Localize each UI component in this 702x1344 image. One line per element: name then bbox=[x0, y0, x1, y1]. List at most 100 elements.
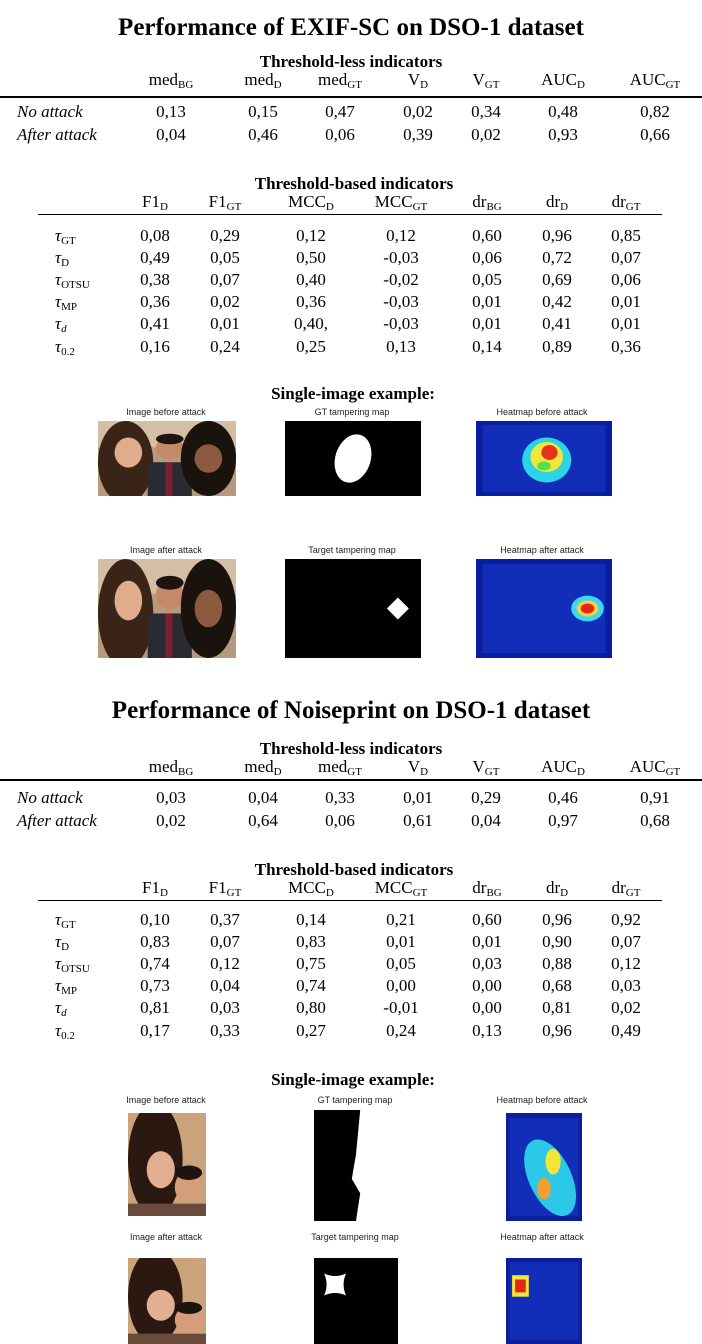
image-caption: Image after attack bbox=[129, 1232, 203, 1242]
table-cell: 0,24 bbox=[210, 337, 240, 356]
header-base: dr bbox=[611, 192, 626, 211]
header-subscript: D bbox=[273, 766, 282, 778]
header-base: dr bbox=[472, 878, 487, 897]
image-caption: Heatmap after attack bbox=[500, 545, 584, 555]
table-cell: 0,03 bbox=[210, 998, 240, 1017]
column-header: F1GT bbox=[209, 878, 242, 899]
table-cell: 0,07 bbox=[210, 932, 240, 951]
table-cell: 0,88 bbox=[542, 954, 572, 973]
table-cell: 0,04 bbox=[210, 976, 240, 995]
table-cell: 0,12 bbox=[611, 954, 641, 973]
header-base: dr bbox=[611, 878, 626, 897]
photo-after-attack bbox=[98, 559, 236, 658]
header-subscript: D bbox=[325, 201, 334, 213]
table-cell: 0,01 bbox=[403, 788, 433, 807]
tau-subscript: 0.2 bbox=[61, 1030, 75, 1042]
table-cell: 0,69 bbox=[542, 270, 572, 289]
table-cell: 0,33 bbox=[210, 1021, 240, 1040]
table-cell: 0,60 bbox=[472, 910, 502, 929]
header-subscript: D bbox=[560, 887, 569, 899]
table-cell: 0,50 bbox=[296, 248, 326, 267]
header-subscript: GT bbox=[665, 766, 681, 778]
image-caption: Heatmap after attack bbox=[500, 1232, 584, 1242]
tau-subscript: GT bbox=[61, 919, 76, 931]
header-base: med bbox=[318, 757, 348, 776]
column-header: drGT bbox=[611, 192, 641, 213]
table-cell: 0,05 bbox=[472, 270, 502, 289]
table-cell: 0,92 bbox=[611, 910, 641, 929]
header-base: F1 bbox=[142, 878, 161, 897]
header-subscript: D bbox=[325, 887, 334, 899]
tau-subscript: MP bbox=[61, 985, 77, 997]
table-cell: 0,13 bbox=[156, 102, 186, 121]
image-caption: Image after attack bbox=[129, 545, 203, 555]
column-header: MCCGT bbox=[375, 878, 427, 899]
table-cell: 0,02 bbox=[156, 811, 186, 830]
table-cell: 0,01 bbox=[611, 292, 641, 311]
header-subscript: D bbox=[160, 201, 168, 213]
table-cell: 0,03 bbox=[156, 788, 186, 807]
header-subscript: D bbox=[576, 79, 585, 91]
header-subscript: D bbox=[160, 887, 168, 899]
header-subscript: GT bbox=[347, 766, 362, 778]
image-caption: Heatmap before attack bbox=[496, 407, 588, 417]
header-base: MCC bbox=[288, 878, 326, 897]
table-cell: 0,01 bbox=[472, 314, 502, 333]
table-cell: 0,38 bbox=[140, 270, 170, 289]
photo-after-attack bbox=[128, 1258, 206, 1344]
example-heading: Single-image example: bbox=[271, 384, 435, 403]
table-cell: 0,36 bbox=[611, 337, 641, 356]
threshold-label: τ0.2 bbox=[55, 1021, 75, 1042]
image-caption: Image before attack bbox=[126, 407, 206, 417]
header-base: med bbox=[318, 70, 348, 89]
table-cell: 0,81 bbox=[542, 998, 572, 1017]
photo-before-attack bbox=[98, 421, 236, 496]
table-cell: -0,01 bbox=[383, 998, 419, 1017]
table-cell: 0,97 bbox=[548, 811, 578, 830]
table-cell: 0,49 bbox=[611, 1021, 641, 1040]
header-subscript: D bbox=[560, 201, 569, 213]
table-cell: 0,06 bbox=[325, 811, 355, 830]
table-rule bbox=[38, 900, 662, 901]
table-cell: 0,46 bbox=[548, 788, 578, 807]
tau-subscript: d bbox=[61, 1007, 67, 1019]
image-caption: Image before attack bbox=[126, 1095, 206, 1105]
column-header: drD bbox=[545, 192, 569, 213]
column-header: MCCD bbox=[288, 192, 334, 213]
table-cell: 0,16 bbox=[140, 337, 170, 356]
header-base: dr bbox=[545, 192, 561, 211]
header-subscript: GT bbox=[347, 79, 362, 91]
header-subscript: D bbox=[420, 79, 429, 91]
table-cell: 0,05 bbox=[386, 954, 416, 973]
threshold-label: τd bbox=[55, 314, 67, 335]
header-base: dr bbox=[545, 878, 561, 897]
table-cell: 0,49 bbox=[140, 248, 170, 267]
header-subscript: BG bbox=[178, 79, 194, 91]
tau-subscript: 0.2 bbox=[61, 346, 75, 358]
column-header: drBG bbox=[472, 192, 501, 213]
table-cell: 0,75 bbox=[296, 954, 326, 973]
header-subscript: D bbox=[420, 766, 429, 778]
threshold-label: τMP bbox=[55, 292, 77, 313]
column-header: VGT bbox=[473, 70, 500, 91]
column-header: AUCGT bbox=[630, 757, 681, 778]
table-cell: 0,02 bbox=[403, 102, 433, 121]
header-base: V bbox=[407, 757, 421, 776]
table-cell: 0,89 bbox=[542, 337, 572, 356]
heatmap-after-attack bbox=[476, 559, 612, 658]
table-cell: 0,27 bbox=[296, 1021, 326, 1040]
header-base: med bbox=[244, 70, 274, 89]
table-cell: 0,00 bbox=[472, 998, 502, 1017]
header-subscript: GT bbox=[412, 201, 428, 213]
table-cell: 0,73 bbox=[140, 976, 170, 995]
header-subscript: GT bbox=[665, 79, 681, 91]
header-subscript: D bbox=[273, 79, 282, 91]
gt-tampering-map bbox=[285, 421, 421, 496]
table-cell: 0,61 bbox=[403, 811, 433, 830]
table-cell: 0,04 bbox=[156, 125, 186, 144]
table-cell: 0,29 bbox=[210, 226, 240, 245]
table-cell: 0,01 bbox=[611, 314, 641, 333]
column-header: AUCD bbox=[541, 757, 585, 778]
threshold-based-heading: Threshold-based indicators bbox=[254, 860, 454, 879]
column-header: medD bbox=[244, 757, 282, 778]
